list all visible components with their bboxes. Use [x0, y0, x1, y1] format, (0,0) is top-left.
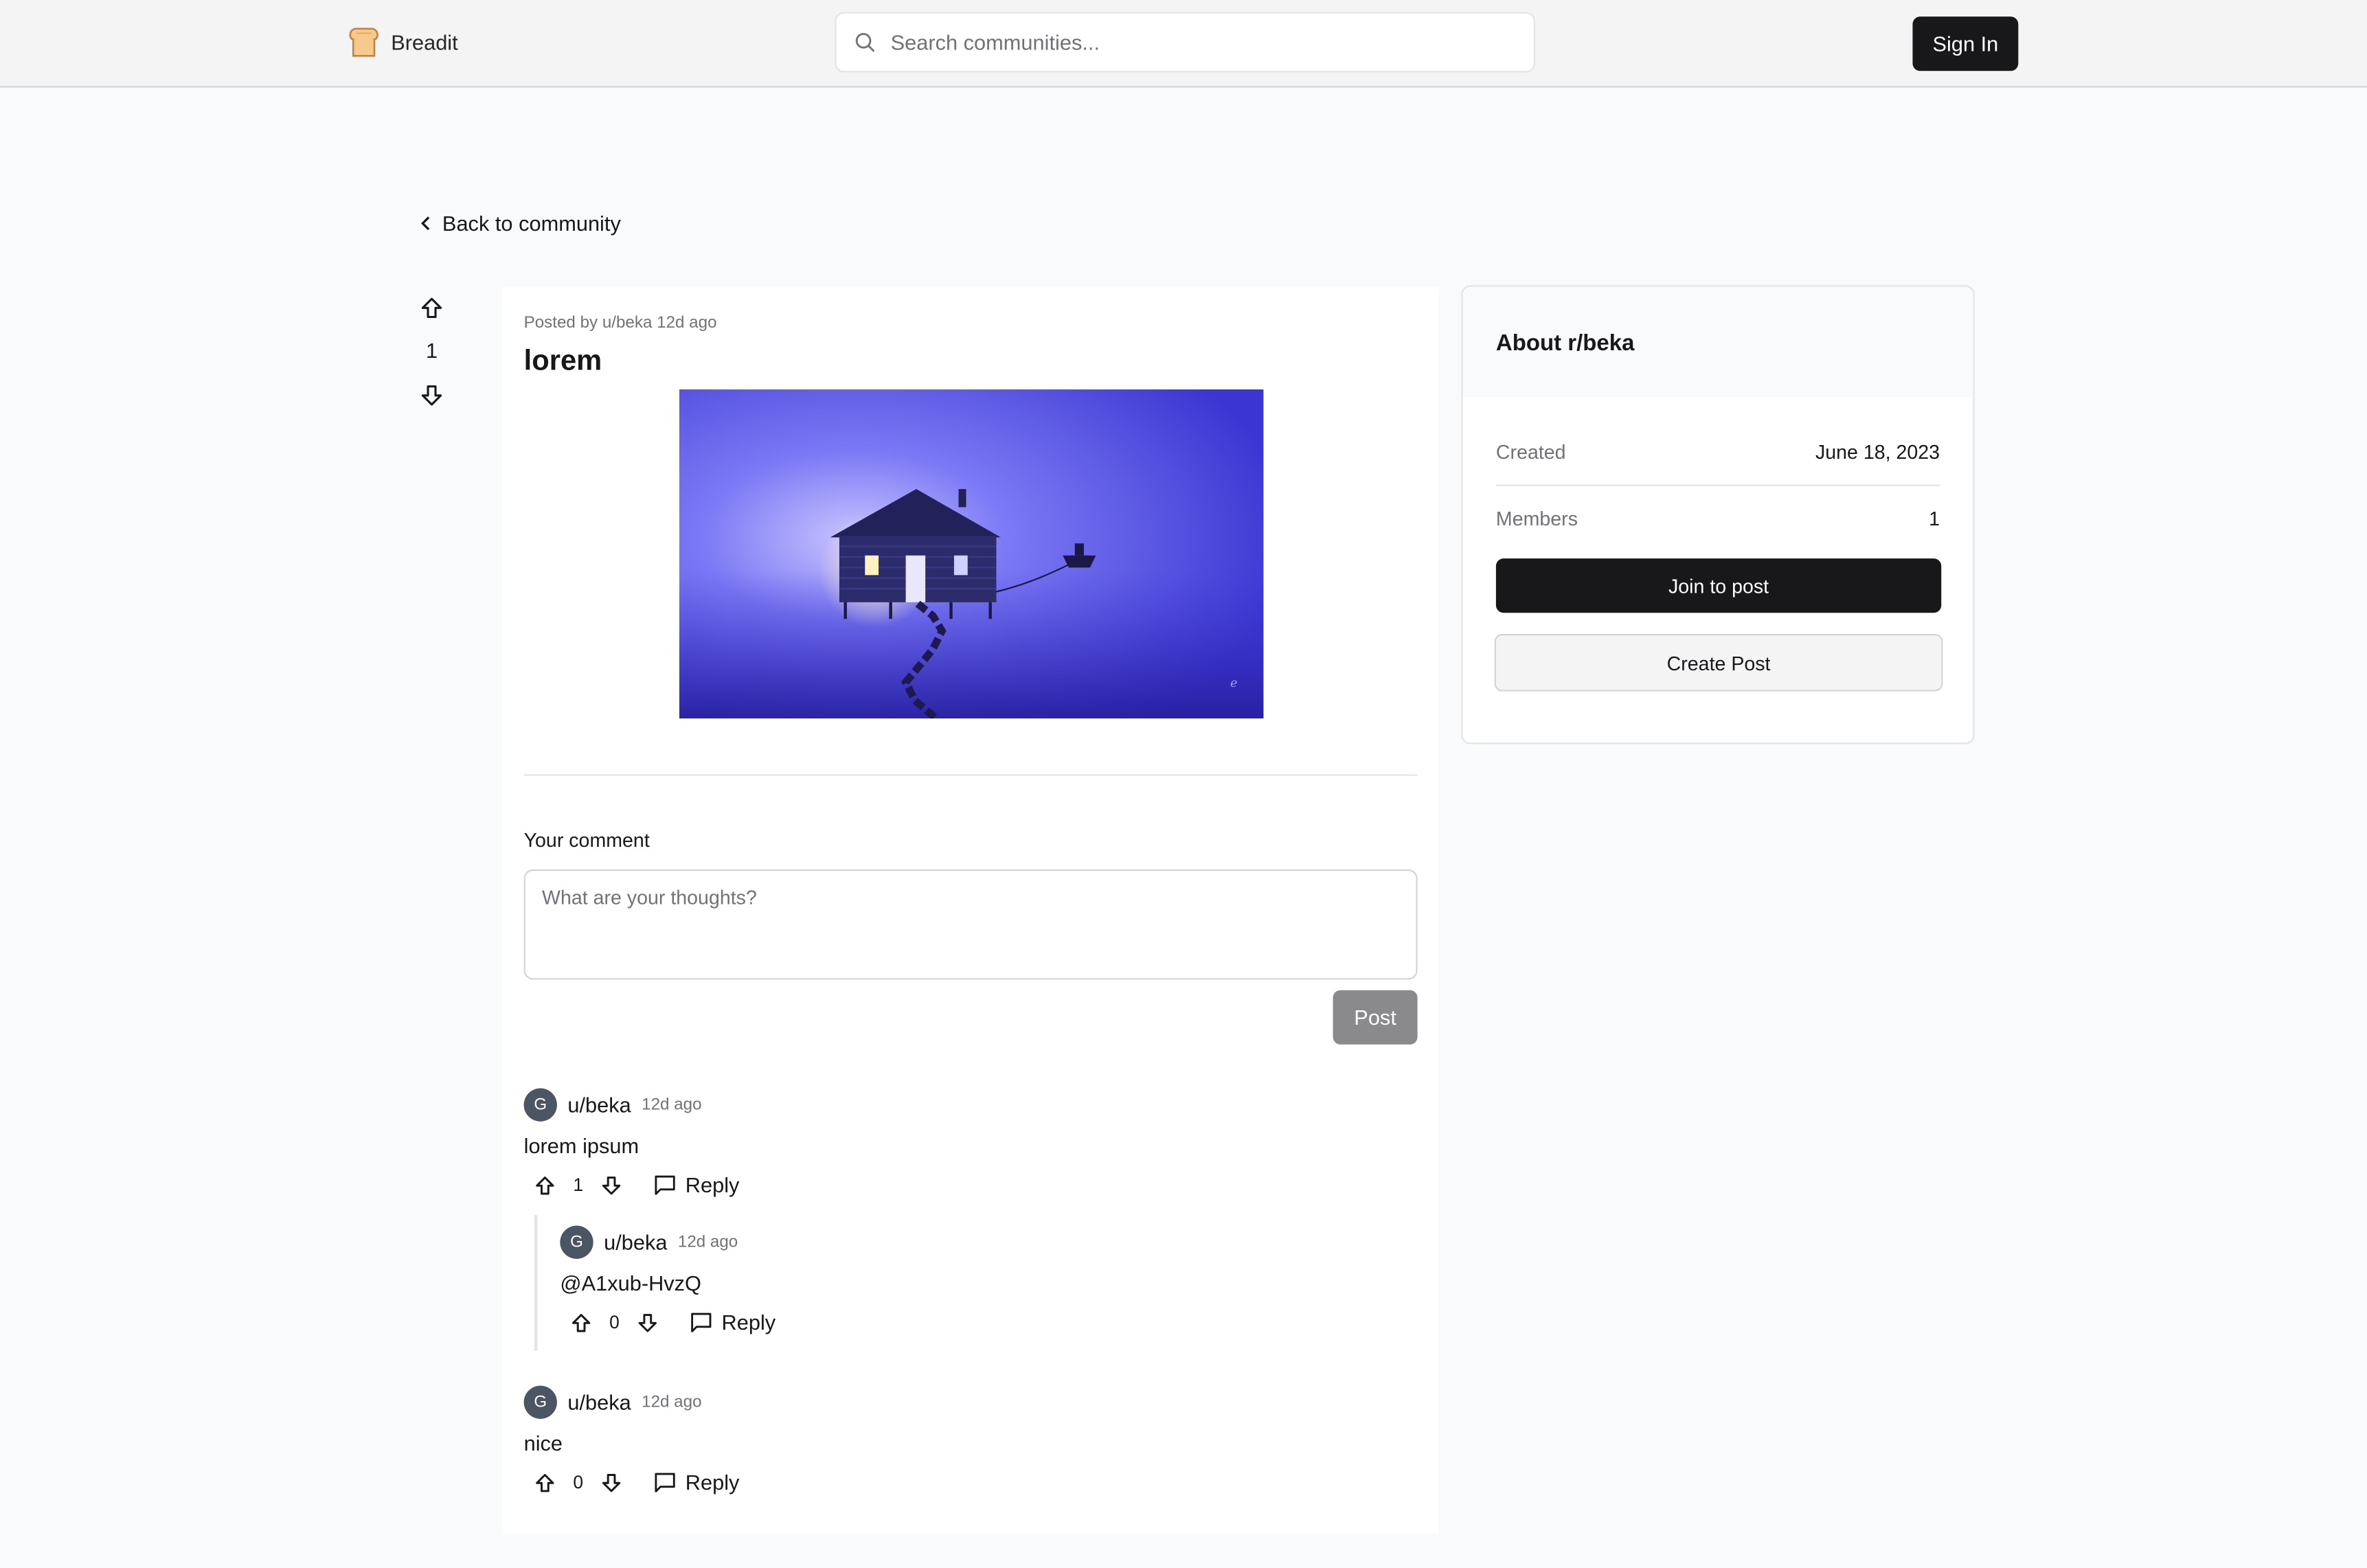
join-to-post-button[interactable]: Join to post [1495, 558, 1942, 613]
post-vote-count: 1 [425, 338, 438, 363]
bread-logo-icon [347, 25, 380, 58]
search-input[interactable] [887, 28, 1498, 56]
top-navbar: Breadit Sign In [0, 0, 2367, 88]
upvote-icon[interactable] [569, 1311, 593, 1334]
reply-label: Reply [685, 1172, 740, 1197]
members-label: Members [1495, 507, 1578, 530]
message-square-icon [654, 1472, 677, 1493]
chevron-left-icon [418, 214, 433, 232]
post-card: Posted by u/beka 12d ago lorem ℯ Your co… [502, 286, 1439, 1534]
comment-username[interactable]: u/beka [567, 1093, 631, 1117]
comment-item: G u/beka 12d ago nice 0 Reply [523, 1385, 740, 1495]
comment-reply-item: G u/beka 12d ago @A1xub-HvzQ 0 Reply [560, 1225, 775, 1336]
post-title: lorem [523, 345, 602, 378]
post-comment-button[interactable]: Post [1333, 990, 1418, 1045]
post-vote-column: 1 [418, 296, 446, 408]
svg-text:ℯ: ℯ [1230, 676, 1237, 690]
members-row: Members 1 [1496, 507, 1940, 530]
comment-vote-count: 0 [609, 1311, 620, 1333]
downvote-icon[interactable] [635, 1311, 659, 1334]
reply-thread-line [534, 1215, 538, 1351]
reply-label: Reply [721, 1310, 776, 1334]
comment-timestamp: 12d ago [642, 1095, 702, 1114]
avatar: G [560, 1225, 593, 1259]
reply-label: Reply [685, 1470, 740, 1495]
community-sidebar: About r/beka Created June 18, 2023 Membe… [1461, 285, 1975, 745]
reply-button[interactable]: Reply [654, 1470, 740, 1495]
comment-label: Your comment [523, 828, 650, 852]
post-divider [523, 774, 1418, 776]
create-post-button[interactable]: Create Post [1494, 634, 1943, 692]
message-square-icon [654, 1174, 677, 1196]
created-label: Created [1495, 440, 1566, 464]
comment-username[interactable]: u/beka [567, 1390, 631, 1414]
comment-vote-count: 0 [573, 1471, 584, 1493]
search-icon [854, 32, 876, 53]
comment-text: lorem ipsum [523, 1133, 639, 1158]
comment-username[interactable]: u/beka [604, 1230, 667, 1254]
upvote-icon[interactable] [418, 296, 446, 320]
comment-text: @A1xub-HvzQ [560, 1271, 702, 1295]
sign-in-button[interactable]: Sign In [1912, 16, 2019, 71]
logo-text: Breadit [391, 30, 458, 55]
post-meta: Posted by u/beka 12d ago [523, 314, 717, 332]
upvote-icon[interactable] [533, 1471, 557, 1494]
comment-item: G u/beka 12d ago lorem ipsum 1 Reply [523, 1088, 740, 1198]
downvote-icon[interactable] [599, 1174, 623, 1196]
back-label: Back to community [442, 211, 621, 236]
upvote-icon[interactable] [533, 1174, 557, 1196]
comment-timestamp: 12d ago [677, 1233, 738, 1251]
sidebar-divider [1495, 484, 1940, 486]
comment-vote-count: 1 [573, 1174, 584, 1196]
comment-text: nice [523, 1431, 563, 1455]
message-square-icon [690, 1312, 712, 1333]
avatar: G [523, 1088, 557, 1122]
reply-button[interactable]: Reply [654, 1172, 740, 1197]
downvote-icon[interactable] [418, 383, 446, 407]
sidebar-title: About r/beka [1495, 330, 1635, 356]
downvote-icon[interactable] [599, 1471, 623, 1494]
created-value: June 18, 2023 [1815, 440, 1940, 464]
avatar: G [523, 1385, 557, 1419]
reply-button[interactable]: Reply [690, 1310, 775, 1334]
search-bar[interactable] [835, 12, 1536, 73]
comment-timestamp: 12d ago [642, 1393, 702, 1411]
comment-textarea[interactable] [523, 869, 1418, 980]
created-row: Created June 18, 2023 [1496, 441, 1940, 464]
sidebar-header: About r/beka [1462, 286, 1973, 397]
home-logo-link[interactable]: Breadit [347, 25, 458, 58]
post-image: ℯ [679, 389, 1264, 719]
members-value: 1 [1929, 507, 1940, 530]
back-to-community-link[interactable]: Back to community [418, 212, 621, 236]
